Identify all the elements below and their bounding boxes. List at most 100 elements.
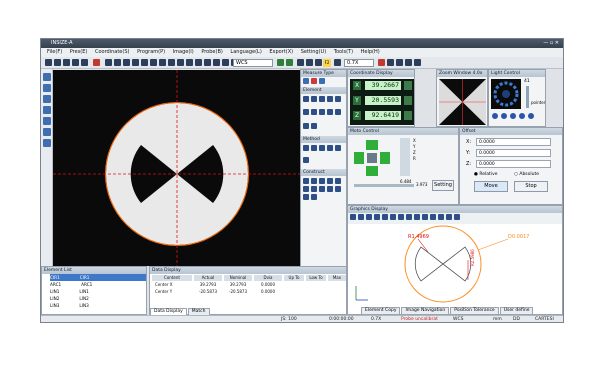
zoom-select[interactable]: 0.7X <box>344 59 374 67</box>
angle-icon[interactable] <box>327 109 333 116</box>
arrow-icon[interactable] <box>277 59 284 66</box>
menu-program[interactable]: Program(P) <box>137 49 165 55</box>
point-icon[interactable] <box>303 96 309 102</box>
tool-icon[interactable] <box>374 214 380 220</box>
tool-icon[interactable] <box>186 59 193 66</box>
play-icon[interactable] <box>54 59 61 66</box>
tool-icon[interactable] <box>334 59 341 66</box>
tool-icon[interactable] <box>315 59 322 66</box>
tool-icon[interactable] <box>297 59 304 66</box>
tool-icon[interactable] <box>43 95 51 103</box>
tool-icon[interactable] <box>319 178 325 184</box>
tab-position-tolerance[interactable]: Position Tolerance <box>450 307 499 315</box>
tool-icon[interactable] <box>446 214 452 220</box>
tool-icon[interactable] <box>327 178 333 184</box>
zero-icon[interactable] <box>404 111 412 120</box>
window-controls[interactable]: — ▫ ✕ <box>543 39 559 48</box>
ring-light-icon[interactable] <box>491 79 521 109</box>
menu-probe[interactable]: Probe(B) <box>201 49 223 55</box>
sphere-icon[interactable] <box>311 122 317 129</box>
menu-image[interactable]: Image(I) <box>173 49 194 55</box>
tool-icon[interactable] <box>398 214 404 220</box>
tool-icon[interactable] <box>303 194 309 200</box>
light-button-icon[interactable] <box>492 113 498 119</box>
tool-icon[interactable] <box>335 186 341 192</box>
tool-icon[interactable] <box>306 59 313 66</box>
tool-icon[interactable] <box>390 214 396 220</box>
tool-icon[interactable] <box>43 117 51 125</box>
distance-icon[interactable] <box>335 109 341 116</box>
tool-icon[interactable] <box>168 59 175 66</box>
ellipse-icon[interactable] <box>335 96 341 102</box>
speed-slider[interactable] <box>400 138 410 176</box>
motion-slider[interactable] <box>354 184 414 187</box>
tool-icon[interactable] <box>311 178 317 184</box>
light-button-icon[interactable] <box>510 113 516 119</box>
tool-icon[interactable] <box>311 145 317 151</box>
menu-file[interactable]: File(F) <box>47 49 62 55</box>
measure-icon[interactable] <box>105 59 112 66</box>
circle-icon[interactable] <box>319 96 325 102</box>
record-icon[interactable] <box>93 59 100 66</box>
stop-icon[interactable] <box>72 59 79 66</box>
camera-view[interactable] <box>53 70 338 266</box>
tab-user-define[interactable]: User define <box>499 307 534 315</box>
tool-icon[interactable] <box>43 128 51 136</box>
menu-help[interactable]: Help(H) <box>361 49 380 55</box>
list-item[interactable]: LIN3 LIN3 <box>50 302 146 309</box>
tool-icon[interactable] <box>319 186 325 192</box>
tool-icon[interactable] <box>222 59 229 66</box>
tool-icon[interactable] <box>327 145 333 151</box>
arrow-icon[interactable] <box>286 59 293 66</box>
tool-icon[interactable] <box>319 145 325 151</box>
tool-icon[interactable] <box>43 73 51 81</box>
pause-icon[interactable] <box>63 59 70 66</box>
tool-icon[interactable] <box>303 186 309 192</box>
tool-icon[interactable] <box>213 59 220 66</box>
absolute-radio[interactable]: ○ Absolute <box>514 172 539 177</box>
list-item[interactable]: LIN2 LIN2 <box>50 295 146 302</box>
cone-icon[interactable] <box>303 122 309 129</box>
tool-icon[interactable] <box>335 178 341 184</box>
zero-icon[interactable] <box>404 81 412 90</box>
tool-icon[interactable] <box>303 178 309 184</box>
slot-icon[interactable] <box>311 109 317 116</box>
menu-coordinate[interactable]: Coordinate(S) <box>95 49 130 55</box>
curve-icon[interactable] <box>319 109 325 116</box>
tool-icon[interactable] <box>406 214 412 220</box>
light-button-icon[interactable] <box>501 113 507 119</box>
list-item[interactable]: LIN1 LIN1 <box>50 288 146 295</box>
tool-icon[interactable] <box>350 214 356 220</box>
light-icon[interactable] <box>378 59 385 66</box>
offset-z-field[interactable]: 0.0000 <box>476 160 551 168</box>
zero-icon[interactable] <box>404 96 412 105</box>
f-button[interactable]: F2 <box>323 59 331 67</box>
tab-element-copy[interactable]: Element Copy <box>361 307 401 315</box>
list-item[interactable]: CIR1 CIR1 <box>50 274 146 281</box>
tool-icon[interactable] <box>387 59 394 66</box>
tool-icon[interactable] <box>303 78 309 84</box>
menu-pres[interactable]: Pres(E) <box>70 49 88 55</box>
tool-icon[interactable] <box>141 59 148 66</box>
tool-icon[interactable] <box>414 59 421 66</box>
tool-icon[interactable] <box>358 214 364 220</box>
tool-icon[interactable] <box>159 59 166 66</box>
light-button-icon[interactable] <box>528 113 534 119</box>
tool-icon[interactable] <box>382 214 388 220</box>
tool-icon[interactable] <box>123 59 130 66</box>
coord-select[interactable]: WCS <box>233 59 273 67</box>
tool-icon[interactable] <box>311 78 317 84</box>
tool-icon[interactable] <box>335 145 341 151</box>
setting-button[interactable]: Setting <box>432 180 454 191</box>
arc-icon[interactable] <box>327 96 333 102</box>
tool-icon[interactable] <box>43 106 51 114</box>
tool-icon[interactable] <box>311 194 317 200</box>
relative-radio[interactable]: ● Relative <box>474 172 498 177</box>
move-button[interactable]: Move <box>474 181 508 192</box>
tool-icon[interactable] <box>303 157 309 163</box>
tab-image-navigation[interactable]: Image Navigation <box>401 307 450 315</box>
tool-icon[interactable] <box>430 214 436 220</box>
rect-icon[interactable] <box>303 109 309 116</box>
tool-icon[interactable] <box>204 59 211 66</box>
light-button-icon[interactable] <box>519 113 525 119</box>
